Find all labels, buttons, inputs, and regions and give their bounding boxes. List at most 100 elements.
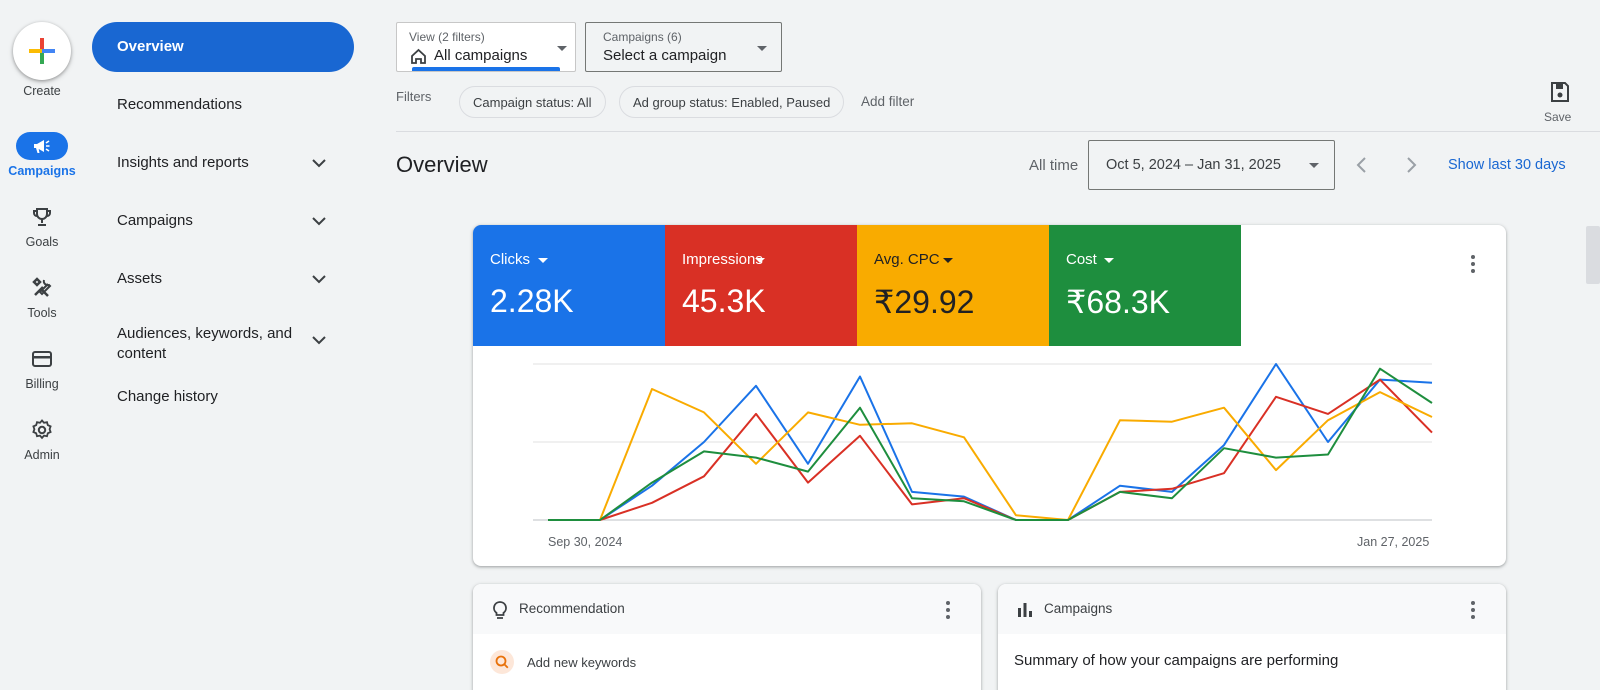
rail-item-tools[interactable]: Tools [0,276,84,342]
scrollbar-thumb[interactable] [1586,226,1600,284]
rail-label-billing: Billing [25,377,59,391]
filter-chip-campaign-status[interactable]: Campaign status: All [459,86,606,118]
metric-label: Cost [1066,251,1097,268]
chevron-down-icon [312,275,326,284]
metric-clicks[interactable]: Clicks 2.28K [473,225,665,346]
nav-label: Assets [117,270,163,287]
series-line-avg-cpc [548,388,1433,521]
megaphone-icon [34,140,50,153]
series-line-cost [548,367,1433,521]
metric-value: ₹29.92 [874,284,975,320]
x-tick-label: Sep 30, 2024 [548,535,623,549]
dropdown-caret-icon [1309,163,1319,168]
metric-value: ₹68.3K [1066,284,1170,320]
chevron-down-icon [312,217,326,226]
dropdown-caret-icon [557,46,567,51]
filter-chip-ad-group-status[interactable]: Ad group status: Enabled, Paused [619,86,845,118]
line-chart [533,363,1433,521]
recommendation-card: Recommendation Add new keywords [473,584,981,690]
rail-label-goals: Goals [25,235,59,249]
nav-item-overview[interactable]: Overview [92,22,354,72]
rail-item-billing[interactable]: Billing [0,347,84,413]
card-header: Campaigns [998,584,1506,634]
view-selector-underline [412,67,560,71]
nav-item-campaigns[interactable]: Campaigns [92,196,354,246]
card-title: Recommendation [519,601,625,616]
metric-avg-cpc[interactable]: Avg. CPC ₹29.92 [857,225,1049,346]
view-selector[interactable]: View (2 filters) All campaigns [396,22,576,72]
campaign-selector[interactable]: Campaigns (6) Select a campaign [585,22,782,72]
nav-label: Insights and reports [117,154,249,171]
nav-label: Overview [117,38,184,55]
metric-caret-icon [755,258,765,263]
x-tick-label: Jan 27, 2025 [1357,535,1430,549]
save-label: Save [1544,110,1572,124]
metric-label: Avg. CPC [874,251,940,268]
page-title: Overview [396,152,488,177]
nav-label: Audiences, keywords, and content [117,325,293,362]
side-nav: Overview Recommendations Insights and re… [92,0,356,690]
campaigns-card: Campaigns Summary of how your campaigns … [998,584,1506,690]
date-range-label: All time [1029,157,1079,174]
next-period-icon[interactable] [1401,155,1421,175]
left-rail: Create Campaigns Goals Tools Billing Adm… [0,0,84,690]
nav-label: Recommendations [117,96,243,113]
metric-caret-icon [1104,258,1114,263]
nav-item-assets[interactable]: Assets [92,254,354,304]
more-options-icon[interactable] [1471,255,1475,276]
tools-icon [32,277,52,297]
bar-chart-icon [1018,603,1032,617]
dropdown-caret-icon [757,46,767,51]
create-button[interactable] [13,22,71,80]
nav-item-recommendations[interactable]: Recommendations [92,80,354,130]
view-selector-value: All campaigns [434,47,528,64]
lightbulb-icon [493,601,507,619]
rail-label-campaigns: Campaigns [8,164,76,178]
nav-item-audiences-keywords-content[interactable]: Audiences, keywords, and content [92,314,354,366]
rail-label-admin: Admin [24,448,60,462]
card-header: Recommendation [473,584,981,634]
previous-period-icon[interactable] [1352,155,1372,175]
add-filter-link[interactable]: Add filter [861,94,914,109]
metric-value: 45.3K [682,283,766,319]
metric-impressions[interactable]: Impressions 45.3K [665,225,857,346]
chevron-down-icon [312,336,326,345]
home-icon [411,48,426,64]
nav-label: Campaigns [117,212,193,229]
credit-card-icon [32,351,52,367]
metric-caret-icon [943,258,953,263]
rail-item-goals[interactable]: Goals [0,205,84,271]
create-label: Create [23,84,61,98]
campaign-selector-value: Select a campaign [603,47,727,64]
date-range-picker[interactable]: Oct 5, 2024 – Jan 31, 2025 [1088,140,1335,190]
trophy-icon [33,208,51,226]
search-icon [490,650,514,674]
nav-label: Change history [117,388,218,405]
metric-label: Impressions [682,251,763,268]
nav-item-insights-and-reports[interactable]: Insights and reports [92,138,354,188]
metric-caret-icon [538,258,548,263]
show-last-30-days-link[interactable]: Show last 30 days [1448,157,1566,173]
gear-icon [32,419,52,440]
nav-item-change-history[interactable]: Change history [92,372,354,422]
rail-item-campaigns[interactable]: Campaigns [0,132,84,200]
save-icon [1551,82,1569,102]
metric-cost[interactable]: Cost ₹68.3K [1049,225,1241,346]
chevron-down-icon [312,159,326,168]
more-options-icon[interactable] [1471,601,1475,622]
rail-label-tools: Tools [27,306,57,320]
performance-chart-card: Clicks 2.28K Impressions 45.3K Avg. CPC … [473,225,1506,566]
recommendation-item[interactable]: Add new keywords [527,655,636,670]
view-selector-caption: View (2 filters) [409,30,485,44]
campaign-selector-caption: Campaigns (6) [603,30,682,44]
metric-value: 2.28K [490,283,574,319]
filters-label: Filters [396,89,432,104]
more-options-icon[interactable] [946,601,950,622]
header-divider [396,131,1600,132]
rail-item-admin[interactable]: Admin [0,418,84,484]
campaigns-summary: Summary of how your campaigns are perfor… [1014,652,1339,669]
metric-label: Clicks [490,251,530,268]
plus-icon [29,38,55,64]
card-title: Campaigns [1044,601,1113,616]
date-range-value: Oct 5, 2024 – Jan 31, 2025 [1106,157,1281,173]
